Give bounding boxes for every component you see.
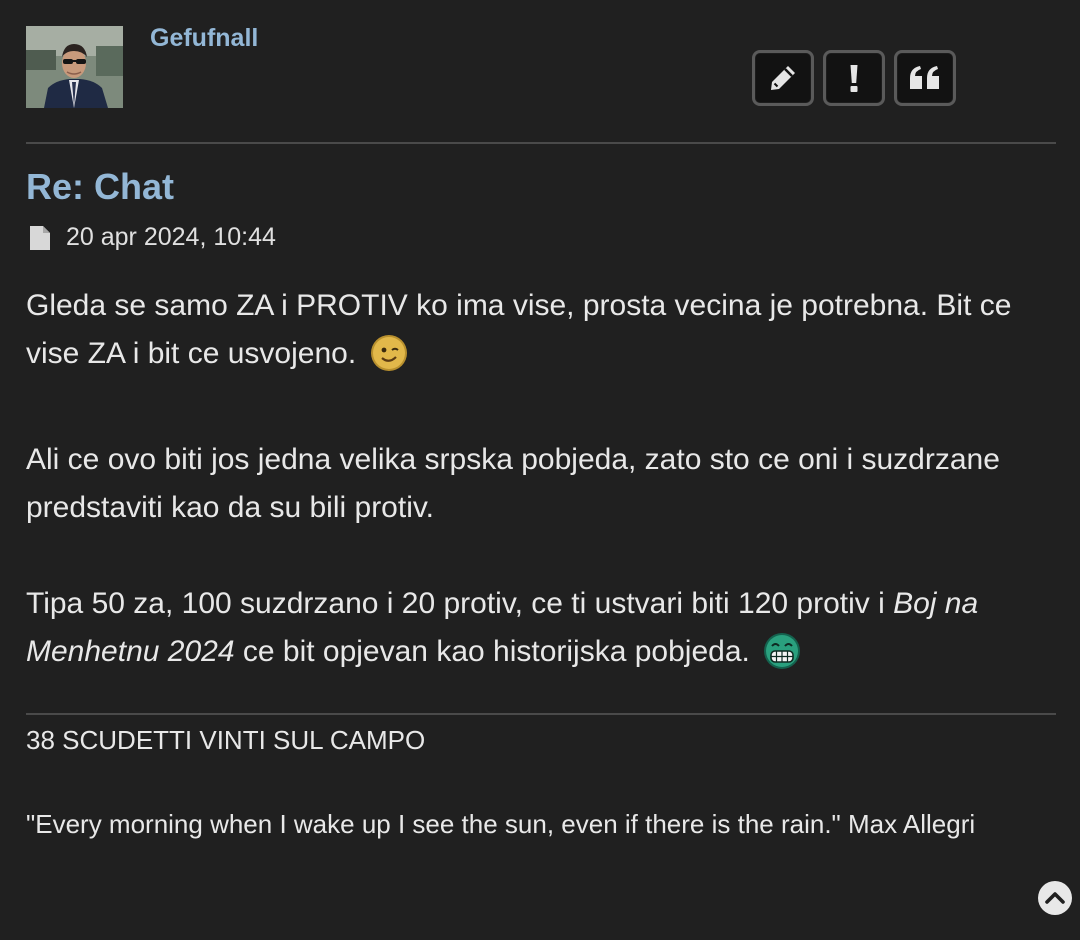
report-button[interactable] xyxy=(823,50,885,106)
post-paragraph-3: Tipa 50 za, 100 suzdrzano i 20 protiv, c… xyxy=(26,580,1056,686)
paragraph-3-end: ce bit opjevan kao historijska pobjeda. xyxy=(242,635,750,668)
signature-divider xyxy=(26,713,1056,715)
post-actions xyxy=(752,50,956,106)
pencil-icon xyxy=(771,66,795,90)
username-link[interactable]: Gefufnall xyxy=(150,24,258,53)
post-content: Gleda se samo ZA i PROTIV ko ima vise, p… xyxy=(26,282,1056,734)
edit-button[interactable] xyxy=(752,50,814,106)
file-icon[interactable] xyxy=(28,224,52,252)
exclamation-icon xyxy=(850,65,858,92)
grin-smiley-icon xyxy=(762,631,802,686)
back-to-top-button[interactable] xyxy=(1038,881,1072,915)
quote-icon xyxy=(910,66,939,89)
forum-post: Gefufnall Re: Chat 20 apr 2024, 10:44 Gl… xyxy=(0,0,1080,940)
paragraph-1-text: Gleda se samo ZA i PROTIV ko ima vise, p… xyxy=(26,289,1012,370)
post-meta: 20 apr 2024, 10:44 xyxy=(28,223,276,252)
header-divider xyxy=(26,142,1056,144)
wink-smiley-icon xyxy=(369,333,409,388)
post-paragraph-2: Ali ce ovo biti jos jedna velika srpska … xyxy=(26,443,1000,524)
post-title[interactable]: Re: Chat xyxy=(26,166,174,208)
user-avatar-photo xyxy=(26,26,123,108)
signature-line: 38 SCUDETTI VINTI SUL CAMPO xyxy=(26,725,426,755)
post-paragraph-1: Gleda se samo ZA i PROTIV ko ima vise, p… xyxy=(26,282,1056,388)
post-date: 20 apr 2024, 10:44 xyxy=(66,223,276,251)
chevron-up-icon xyxy=(1045,892,1065,904)
paragraph-3-start: Tipa 50 za, 100 suzdrzano i 20 protiv, c… xyxy=(26,587,885,620)
quote-button[interactable] xyxy=(894,50,956,106)
signature: 38 SCUDETTI VINTI SUL CAMPO "Every morni… xyxy=(26,722,1026,844)
avatar[interactable] xyxy=(26,26,123,108)
signature-quote: "Every morning when I wake up I see the … xyxy=(26,809,976,839)
